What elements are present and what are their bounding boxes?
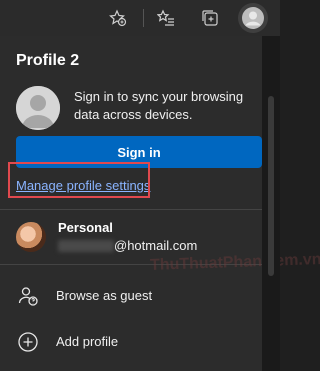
- redacted-email: [58, 240, 114, 252]
- highlight-annotation: [8, 162, 150, 198]
- favorites-icon[interactable]: [152, 4, 180, 32]
- browse-as-guest-item[interactable]: Browse as guest: [0, 276, 262, 316]
- account-email: @hotmail.com: [114, 238, 198, 253]
- favorite-add-icon[interactable]: [104, 4, 132, 32]
- profile-icon[interactable]: [238, 3, 268, 33]
- profile-title: Profile 2: [16, 52, 80, 69]
- menu-item-label: Add profile: [56, 334, 119, 349]
- guest-icon: [16, 284, 40, 308]
- profile-avatar: [16, 86, 60, 130]
- add-profile-icon: [16, 330, 40, 354]
- collections-icon[interactable]: [196, 4, 224, 32]
- scrollbar-thumb[interactable]: [268, 96, 274, 276]
- sync-description: Sign in to sync your browsing data acros…: [74, 89, 244, 122]
- browser-toolbar: [0, 0, 280, 36]
- add-profile-item[interactable]: Add profile: [0, 322, 262, 362]
- avatar: [16, 222, 46, 252]
- account-name: Personal: [58, 220, 113, 235]
- profile-flyout: Profile 2 Sign in to sync your browsing …: [0, 36, 320, 371]
- toolbar-divider: [143, 9, 144, 27]
- menu-item-label: Browse as guest: [56, 288, 153, 303]
- scrollbar[interactable]: [262, 36, 280, 371]
